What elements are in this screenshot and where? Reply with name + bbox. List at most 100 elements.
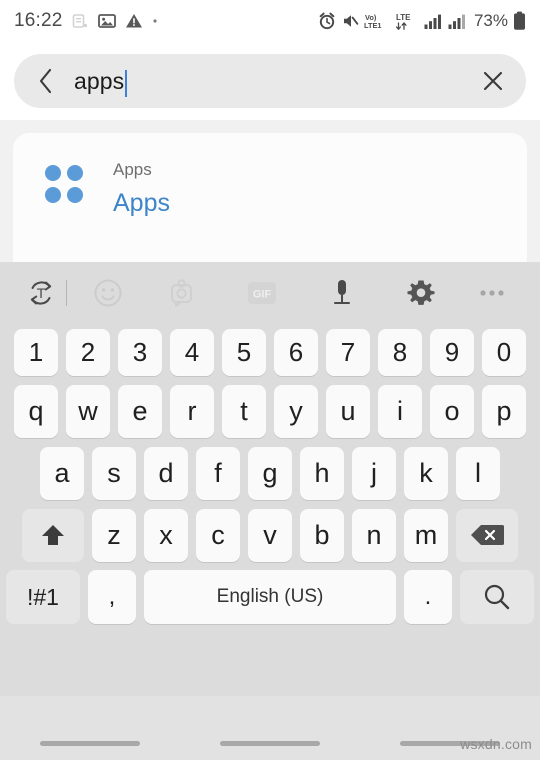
battery-percent-label: 73% (473, 11, 508, 30)
close-x-icon[interactable] (478, 66, 508, 96)
result-category-label: Apps (113, 160, 152, 179)
apps-grid-dot (67, 165, 83, 181)
recents-pill[interactable] (40, 741, 140, 746)
key-l[interactable]: l (456, 446, 500, 500)
search-key[interactable] (460, 570, 534, 624)
key-q[interactable]: q (14, 384, 58, 438)
key-n[interactable]: n (352, 508, 396, 562)
key-k[interactable]: k (404, 446, 448, 500)
backspace-icon (470, 523, 504, 547)
sticker-icon[interactable] (143, 278, 223, 308)
watermark-label: wsxdn.com (460, 736, 532, 752)
result-text-block: Apps Apps (113, 159, 170, 220)
search-results-area: Apps Apps (0, 120, 540, 262)
emoji-icon[interactable] (72, 278, 142, 308)
key-j[interactable]: j (352, 446, 396, 500)
key-7[interactable]: 7 (326, 328, 370, 376)
dot-icon (152, 18, 158, 24)
apps-grid-dot (45, 165, 61, 181)
alarm-icon (318, 12, 336, 30)
phone-screen: 16:22 Vo) LTE1 LTE 73% apps Apps Apps T … (0, 0, 540, 760)
key-z[interactable]: z (92, 508, 136, 562)
more-options-icon[interactable] (461, 287, 522, 299)
navigation-bar (0, 696, 540, 760)
key-9[interactable]: 9 (430, 328, 474, 376)
key-s[interactable]: s (92, 446, 136, 500)
key-g[interactable]: g (248, 446, 292, 500)
status-bar-left: 16:22 (14, 10, 158, 32)
keyboard-rows: 1 2 3 4 5 6 7 8 9 0 q w e r t y u i o p … (0, 324, 540, 628)
key-c[interactable]: c (196, 508, 240, 562)
keyboard-row-zxcv: z x c v b n m (0, 504, 540, 566)
chevron-left-icon[interactable] (36, 67, 56, 95)
key-f[interactable]: f (196, 446, 240, 500)
settings-gear-icon[interactable] (382, 278, 462, 308)
key-v[interactable]: v (248, 508, 292, 562)
key-3[interactable]: 3 (118, 328, 162, 376)
keyboard-row-asdf: a s d f g h j k l (0, 442, 540, 504)
result-title-label[interactable]: Apps (113, 186, 170, 220)
warning-triangle-icon (125, 12, 143, 30)
key-d[interactable]: d (144, 446, 188, 500)
key-4[interactable]: 4 (170, 328, 214, 376)
signal-bars-2-icon (448, 13, 467, 30)
text-caret (125, 69, 128, 97)
key-5[interactable]: 5 (222, 328, 266, 376)
key-o[interactable]: o (430, 384, 474, 438)
svg-text:LTE: LTE (396, 13, 411, 22)
svg-text:GIF: GIF (253, 289, 272, 301)
apps-grid-dot (45, 187, 61, 203)
keyboard-row-numbers: 1 2 3 4 5 6 7 8 9 0 (0, 324, 540, 380)
on-screen-keyboard: T GIF 1 2 3 4 5 6 7 8 9 0 q w e r t y u … (0, 262, 540, 696)
backspace-key[interactable] (456, 508, 518, 562)
key-p[interactable]: p (482, 384, 526, 438)
battery-icon (513, 11, 526, 31)
key-y[interactable]: y (274, 384, 318, 438)
search-input[interactable]: apps (74, 54, 468, 108)
result-card-apps[interactable]: Apps Apps (13, 133, 527, 262)
shift-key[interactable] (22, 508, 84, 562)
apps-grid-icon (45, 165, 91, 203)
key-e[interactable]: e (118, 384, 162, 438)
search-field[interactable]: apps (14, 54, 526, 108)
key-0[interactable]: 0 (482, 328, 526, 376)
volte-icon: Vo) LTE1 (364, 11, 390, 31)
key-w[interactable]: w (66, 384, 110, 438)
search-magnifier-icon (481, 581, 513, 613)
search-bar-container: apps (0, 42, 540, 120)
symbols-key[interactable]: !#1 (6, 570, 80, 624)
key-m[interactable]: m (404, 508, 448, 562)
search-input-value: apps (74, 67, 125, 94)
key-r[interactable]: r (170, 384, 214, 438)
lte-icon: LTE (395, 11, 419, 31)
key-u[interactable]: u (326, 384, 370, 438)
key-b[interactable]: b (300, 508, 344, 562)
gif-icon[interactable]: GIF (222, 279, 302, 307)
space-key[interactable]: English (US) (144, 570, 396, 624)
key-6[interactable]: 6 (274, 328, 318, 376)
mute-icon (341, 12, 359, 30)
key-a[interactable]: a (40, 446, 84, 500)
home-pill[interactable] (220, 741, 320, 746)
keyboard-row-qwerty: q w e r t y u i o p (0, 380, 540, 442)
key-8[interactable]: 8 (378, 328, 422, 376)
microphone-icon[interactable] (302, 277, 382, 309)
status-bar: 16:22 Vo) LTE1 LTE 73% (0, 0, 540, 42)
key-2[interactable]: 2 (66, 328, 110, 376)
key-1[interactable]: 1 (14, 328, 58, 376)
period-key[interactable]: . (404, 570, 452, 624)
translate-icon[interactable]: T (18, 276, 64, 310)
key-x[interactable]: x (144, 508, 188, 562)
toolbar-divider (65, 280, 67, 306)
key-h[interactable]: h (300, 446, 344, 500)
app-notification-icon (72, 13, 89, 30)
svg-text:T: T (36, 285, 45, 301)
key-t[interactable]: t (222, 384, 266, 438)
key-i[interactable]: i (378, 384, 422, 438)
comma-key[interactable]: , (88, 570, 136, 624)
signal-bars-icon (424, 13, 443, 30)
svg-text:LTE1: LTE1 (364, 21, 382, 30)
photo-icon (97, 12, 116, 30)
shift-arrow-icon (38, 520, 68, 550)
status-bar-right: Vo) LTE1 LTE 73% (318, 11, 526, 31)
